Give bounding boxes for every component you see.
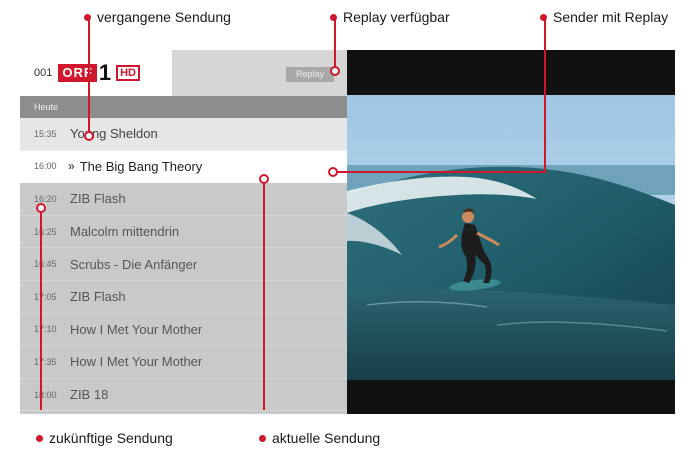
marker-current-ring-icon <box>259 174 269 184</box>
replay-badge[interactable]: Replay <box>286 67 334 82</box>
play-arrow-icon: » <box>68 159 75 174</box>
callout-future-program: zukünftige Sendung <box>36 430 173 446</box>
program-row-future[interactable]: 16:20 ZIB Flash <box>20 183 347 216</box>
connector-current <box>263 180 265 410</box>
connector-channel-replay-h <box>336 171 546 173</box>
surfer-video-frame <box>347 95 675 380</box>
program-title: ZIB 18 <box>70 387 109 403</box>
program-row-future[interactable]: 17:35 How I Met Your Mother <box>20 346 347 379</box>
program-row-future[interactable]: 17:10 How I Met Your Mother <box>20 314 347 347</box>
marker-future-ring-icon <box>36 203 46 213</box>
callout-replay-available: Replay verfügbar <box>330 9 450 25</box>
connector-past <box>88 17 90 135</box>
callout-current-label: aktuelle Sendung <box>272 430 381 446</box>
program-title: The Big Bang Theory <box>79 158 203 174</box>
program-row-past[interactable]: 15:35 Young Sheldon <box>20 118 347 151</box>
callout-dot-icon <box>36 434 43 442</box>
channel-info[interactable]: 001 ORF 1 HD <box>20 50 172 96</box>
callout-channel-replay-label: Sender mit Replay <box>553 9 669 25</box>
hd-badge: HD <box>116 65 140 81</box>
program-title: ZIB Flash <box>70 289 126 305</box>
marker-past-ring-icon <box>84 131 94 141</box>
video-preview[interactable] <box>347 50 675 414</box>
program-list: 15:35 Young Sheldon 16:00 » The Big Bang… <box>20 118 347 412</box>
marker-replay-ring-icon <box>330 66 340 76</box>
callout-dot-icon <box>259 434 266 442</box>
date-bar: Heute <box>20 96 347 118</box>
program-row-future[interactable]: 17:05 ZIB Flash <box>20 281 347 314</box>
callout-past-label: vergangene Sendung <box>97 9 231 25</box>
program-time: 15:35 <box>34 128 57 139</box>
program-title: How I Met Your Mother <box>70 354 203 370</box>
program-row-future[interactable]: 16:45 Scrubs - Die Anfänger <box>20 248 347 281</box>
program-row-current[interactable]: 16:00 » The Big Bang Theory <box>20 150 347 184</box>
connector-channel-replay <box>544 17 546 173</box>
orf-logo-digit: 1 <box>98 60 112 85</box>
callout-past-program: vergangene Sendung <box>84 9 231 25</box>
orf1-logo: ORF 1 <box>58 60 112 85</box>
program-title: How I Met Your Mother <box>70 321 203 337</box>
program-row-future[interactable]: 18:00 ZIB 18 <box>20 379 347 412</box>
program-title: ZIB Flash <box>70 191 126 207</box>
callout-future-label: zukünftige Sendung <box>49 430 173 446</box>
callout-replay-available-label: Replay verfügbar <box>343 9 450 25</box>
channel-header: 001 ORF 1 HD Replay <box>20 50 347 96</box>
callout-current-program: aktuelle Sendung <box>259 430 380 446</box>
program-title: Scrubs - Die Anfänger <box>70 256 198 272</box>
marker-channel-replay-ring-icon <box>328 167 338 177</box>
program-time: 16:00 <box>34 161 57 172</box>
channel-number: 001 <box>34 67 53 79</box>
orf-logo-text: ORF <box>58 64 97 82</box>
program-title: Malcolm mittendrin <box>70 224 180 240</box>
program-row-future[interactable]: 16:25 Malcolm mittendrin <box>20 216 347 249</box>
epg-panel: 001 ORF 1 HD Replay Heute 15:35 Young Sh… <box>20 50 347 414</box>
connector-future <box>40 210 42 410</box>
callout-channel-replay: Sender mit Replay <box>540 9 668 25</box>
connector-replay <box>334 17 336 70</box>
